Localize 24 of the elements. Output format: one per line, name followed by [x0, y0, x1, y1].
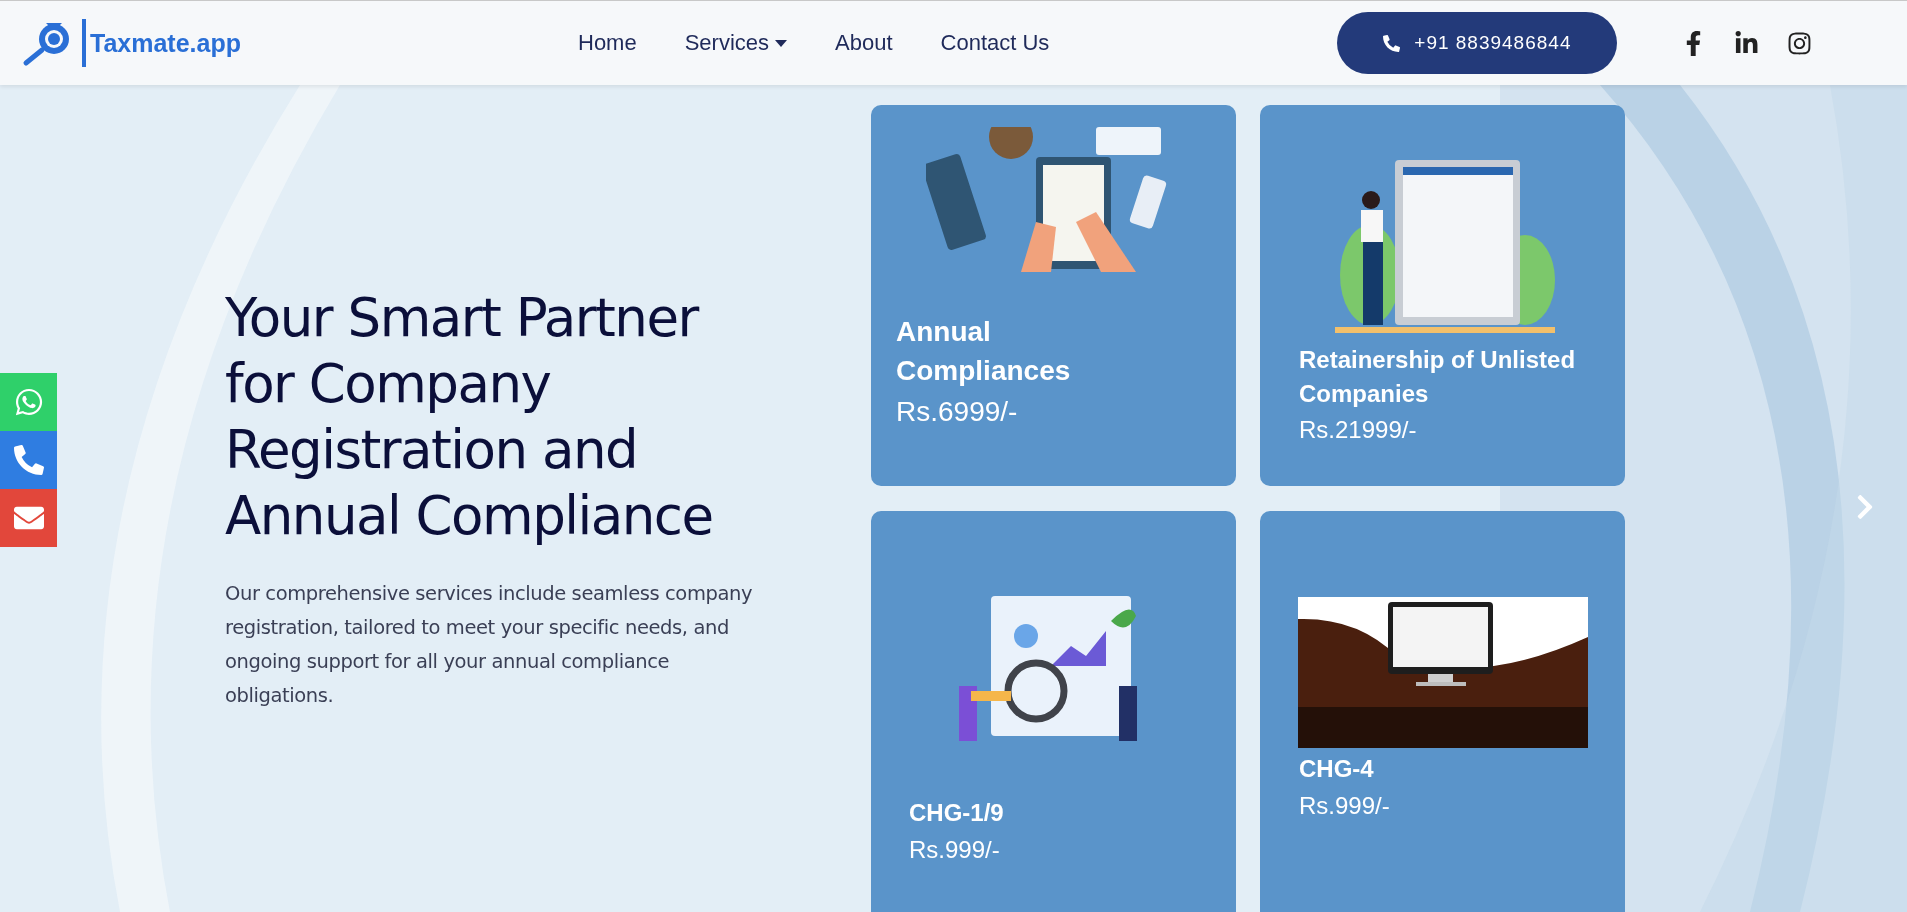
logo-text[interactable]: Taxmate.app: [90, 28, 241, 58]
hero-description: Our comprehensive services include seamless company registration, tailored to meet your specific needs, and ongoing support for all your annual compliance obligations.: [225, 581, 754, 709]
nav-link[interactable]: Home: [578, 30, 637, 56]
linkedin-icon[interactable]: [1734, 30, 1760, 56]
caret-icon: [775, 39, 788, 47]
nav-link[interactable]: About: [835, 30, 893, 56]
card-price: Rs.21999/-: [1299, 416, 1418, 445]
instagram-icon[interactable]: [1787, 30, 1813, 56]
contact-button[interactable]: [0, 489, 57, 547]
whatsapp-icon: [13, 387, 44, 417]
contact-button[interactable]: [0, 431, 57, 489]
card-price: Rs.6999/-: [896, 396, 1019, 429]
phone-icon: [1383, 34, 1401, 52]
nav-link[interactable]: Contact Us: [940, 30, 1050, 56]
card-price: Rs.999/-: [1299, 791, 1391, 820]
nav-link[interactable]: Services: [684, 30, 788, 56]
hero-heading: Your Smart Partner for Company Registration and Annual Compliance: [225, 286, 714, 548]
card-title: CHG-1/9: [909, 798, 1005, 828]
card-title: CHG-4: [1299, 754, 1375, 784]
card-title: Annual Compliances: [896, 315, 1072, 389]
card-title: Retainership of Unlisted Companies: [1299, 345, 1577, 409]
phone-button[interactable]: +91 8839486844: [1337, 12, 1618, 74]
card-price: Rs.999/-: [909, 835, 1001, 864]
phone-icon: [13, 445, 44, 475]
